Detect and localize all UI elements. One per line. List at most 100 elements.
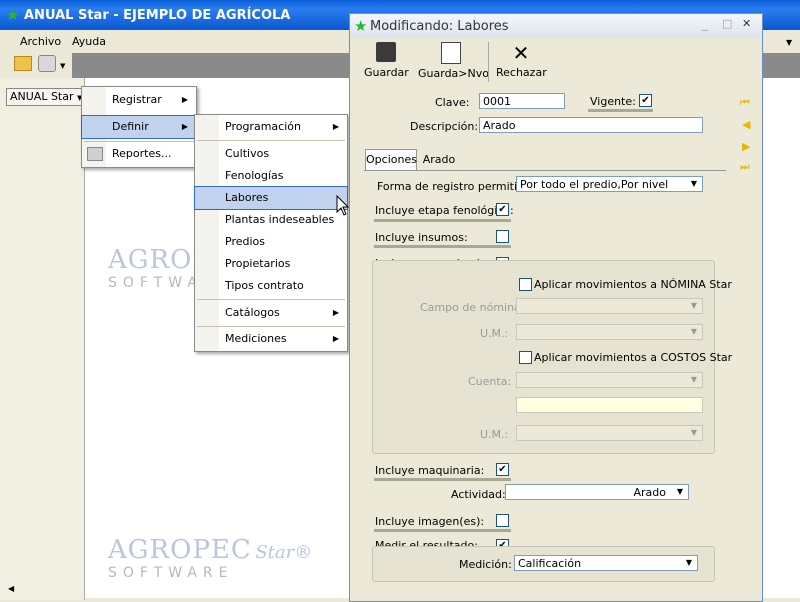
printer-dropdown-icon[interactable]: ▼ <box>60 62 65 70</box>
tab-arado[interactable]: Arado <box>419 151 459 169</box>
menu-item-label: Plantas indeseables <box>225 213 335 226</box>
maquinaria-label: Incluye maquinaria: <box>375 464 485 477</box>
menu-item-label: Reportes... <box>112 147 172 160</box>
menu-item-programacion[interactable]: Programación ▶ <box>195 116 347 138</box>
actividad-value: Arado <box>633 486 666 499</box>
medicion-label: Medición: <box>459 558 512 571</box>
menu-item-label: Predios <box>225 235 265 248</box>
menu-item-catalogos[interactable]: Catálogos ▶ <box>195 302 347 324</box>
side-panel <box>0 78 85 600</box>
new-document-icon <box>441 42 461 64</box>
menu-item-propietarios[interactable]: Propietarios <box>195 253 347 275</box>
printer-icon <box>87 147 103 161</box>
clave-label: Clave: <box>435 96 470 109</box>
next-record-icon[interactable]: ▶ <box>742 140 750 153</box>
dialog-titlebar: ★ Modificando: Labores _ □ ✕ <box>350 14 762 38</box>
um-nomina-label: U.M.: <box>480 327 509 340</box>
etapa-checkbox[interactable]: ✔ <box>496 203 509 216</box>
cuenta-description-field <box>516 397 703 413</box>
imagen-label: Incluye imagen(es): <box>375 515 485 528</box>
menu-item-label: Catálogos <box>225 306 280 319</box>
menu-item-definir[interactable]: Definir ▶ <box>81 115 197 139</box>
dropdown-arrow-icon: ▼ <box>690 179 698 188</box>
nomina-checkbox[interactable] <box>519 278 532 291</box>
last-record-icon[interactable]: ⏭ <box>740 160 750 174</box>
anual-star-button[interactable]: ANUAL Star ▼ <box>6 88 85 106</box>
menu-item-fenologias[interactable]: Fenologías <box>195 165 347 187</box>
menu-item-reportes[interactable]: Reportes... <box>82 143 196 165</box>
actividad-select[interactable]: Arado ▼ <box>505 484 689 500</box>
um-nomina-select[interactable]: ▼ <box>516 324 703 340</box>
tab-opciones[interactable]: Opciones <box>365 149 417 170</box>
context-menu: Registrar ▶ Definir ▶ Reportes... <box>81 86 197 168</box>
nomina-option[interactable]: Aplicar movimientos a NÓMINA Star <box>514 276 732 294</box>
clave-input[interactable]: 0001 <box>479 93 565 109</box>
campo-nomina-label: Campo de nómina: <box>420 301 525 314</box>
medicion-select[interactable]: Calificación ▼ <box>514 555 698 571</box>
scroll-left-icon[interactable]: ◀ <box>8 584 14 593</box>
descripcion-label: Descripción: <box>410 120 479 133</box>
menu-item-label: Propietarios <box>225 257 291 270</box>
rechazar-label: Rechazar <box>496 66 547 79</box>
guardar-button[interactable]: Guardar <box>364 42 409 79</box>
dialog-title: Modificando: Labores <box>370 19 509 34</box>
dialog-labores: ★ Modificando: Labores _ □ ✕ Guardar Gua… <box>349 13 763 602</box>
first-record-icon[interactable]: ⏮ <box>740 96 750 110</box>
menu-item-mediciones[interactable]: Mediciones ▶ <box>195 328 347 350</box>
guardar-nuevo-button[interactable]: Guarda>Nvo <box>418 42 489 80</box>
costos-option[interactable]: Aplicar movimientos a COSTOS Star <box>514 349 732 367</box>
menu-archivo[interactable]: Archivo <box>20 35 61 48</box>
dropdown-arrow-icon: ▼ <box>690 327 698 336</box>
guardar-nuevo-label: Guarda>Nvo <box>418 67 489 80</box>
insumos-checkbox <box>496 230 509 243</box>
campo-nomina-select[interactable]: ▼ <box>516 298 703 314</box>
costos-checkbox[interactable] <box>519 351 532 364</box>
menu-item-labores[interactable]: Labores <box>194 186 348 210</box>
vigente-checkbox[interactable]: ✔ <box>639 94 652 107</box>
um-costos-select[interactable]: ▼ <box>516 425 703 441</box>
menu-item-cultivos[interactable]: Cultivos <box>195 143 347 165</box>
forma-registro-select[interactable]: Por todo el predio,Por nivel ▼ <box>516 176 703 192</box>
menu-ayuda[interactable]: Ayuda <box>72 35 106 48</box>
watermark-brand: AGROPEC <box>108 535 252 565</box>
menu-item-label: Programación <box>225 120 301 133</box>
rechazar-button[interactable]: ✕ Rechazar <box>496 42 547 79</box>
imagen-checkbox[interactable] <box>496 514 509 527</box>
dropdown-arrow-icon: ▼ <box>690 301 698 310</box>
watermark-logo: AGROPEC Star® SOFTWARE <box>108 535 312 581</box>
close-icon[interactable]: ✕ <box>742 17 751 30</box>
etapa-label: Incluye etapa fenológica: <box>375 204 514 217</box>
maquinaria-checkbox[interactable]: ✔ <box>496 463 509 476</box>
cuenta-select[interactable]: ▼ <box>516 372 703 388</box>
submenu-arrow-icon: ▶ <box>181 122 188 131</box>
main-window-title: ANUAL Star - EJEMPLO DE AGRÍCOLA <box>24 8 291 23</box>
submenu-arrow-icon: ▶ <box>332 122 339 131</box>
menu-item-plantas[interactable]: Plantas indeseables <box>195 209 347 231</box>
submenu-arrow-icon: ▶ <box>181 95 188 104</box>
maximize-icon[interactable]: □ <box>722 17 732 30</box>
actividad-label: Actividad: <box>451 488 506 501</box>
insumos-label: Incluye insumos: <box>375 231 468 244</box>
descripcion-input[interactable]: Arado <box>479 117 703 133</box>
um-costos-label: U.M.: <box>480 428 509 441</box>
submenu-arrow-icon: ▶ <box>332 308 339 317</box>
menu-item-tipos-contrato[interactable]: Tipos contrato <box>195 275 347 297</box>
vigente-label: Vigente: <box>590 95 636 108</box>
previous-record-icon[interactable]: ◀ <box>742 118 750 131</box>
menu-item-registrar[interactable]: Registrar ▶ <box>82 89 196 111</box>
dropdown-arrow-icon: ▼ <box>685 558 693 567</box>
menu-item-label: Fenologías <box>225 169 284 182</box>
menubar-chevron-icon[interactable]: ▼ <box>786 38 792 47</box>
menu-item-label: Definir <box>112 120 149 133</box>
costos-label: Aplicar movimientos a COSTOS Star <box>534 351 733 364</box>
open-folder-icon[interactable] <box>14 56 32 71</box>
submenu-definir: Programación ▶ Cultivos Fenologías Labore… <box>194 114 348 352</box>
guardar-label: Guardar <box>364 66 409 79</box>
printer-icon[interactable] <box>38 55 56 72</box>
app-star-icon: ★ <box>354 17 368 35</box>
menu-item-label: Mediciones <box>225 332 287 345</box>
watermark-star: Star® <box>255 542 313 563</box>
menu-item-predios[interactable]: Predios <box>195 231 347 253</box>
minimize-icon[interactable]: _ <box>702 18 708 31</box>
submenu-arrow-icon: ▶ <box>332 334 339 343</box>
